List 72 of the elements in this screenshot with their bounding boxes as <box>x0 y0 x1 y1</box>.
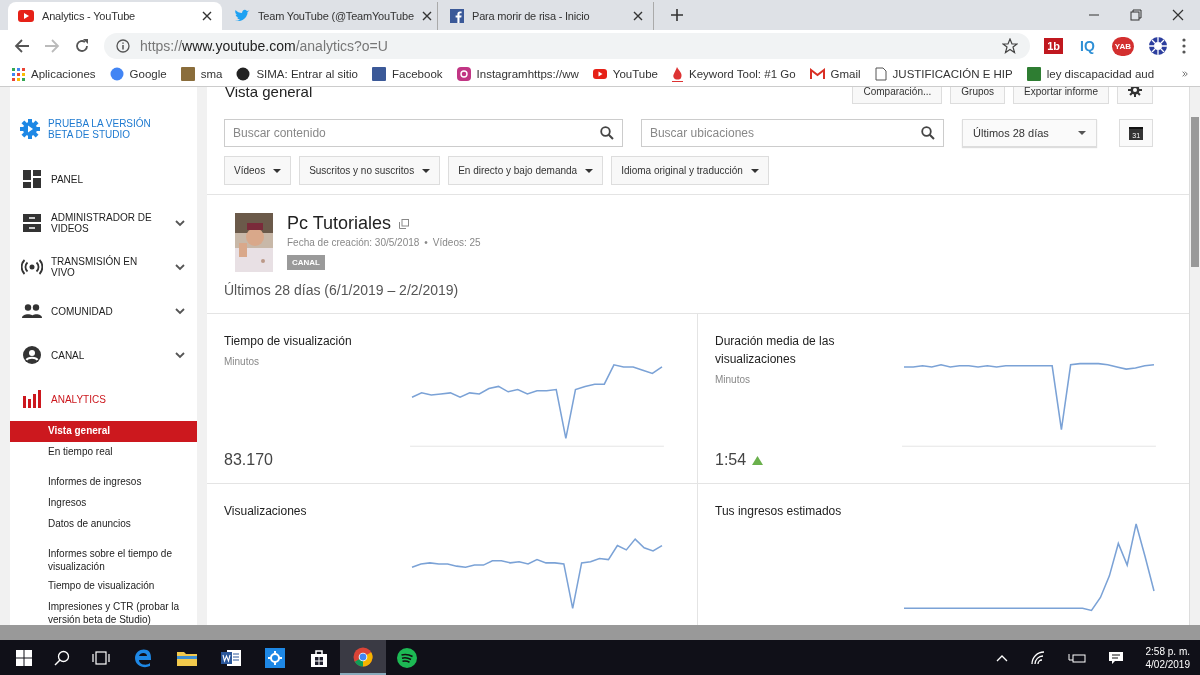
bookmark[interactable]: Aplicaciones <box>12 67 96 81</box>
extension-button[interactable]: YAB <box>1111 36 1134 56</box>
bookmark-label: ley discapacidad aud <box>1046 68 1155 80</box>
metric-title: Tus ingresos estimados <box>715 503 843 520</box>
filter-dropdown[interactable]: En directo y bajo demanda <box>448 156 604 185</box>
nav-item[interactable]: ADMINISTRADOR DE VIDEOS <box>10 201 197 245</box>
extension-button[interactable]: IQ <box>1077 36 1098 56</box>
metric-value: 1:54 <box>715 451 747 469</box>
nav-item[interactable]: ANALYTICS <box>10 377 197 421</box>
nav-subitem[interactable]: Tiempo de visualización <box>10 576 197 597</box>
bookmark[interactable]: JUSTIFICACIÓN E HIP <box>874 67 1013 81</box>
toolbar-button[interactable]: Comparación... <box>852 87 943 104</box>
bookmark[interactable]: Gmail <box>809 68 861 80</box>
nav-item[interactable]: COMUNIDAD <box>10 289 197 333</box>
bookmark[interactable]: SIMA: Entrar al sitio <box>236 67 359 81</box>
metric-title: Duración media de las visualizaciones <box>715 333 836 368</box>
separator-dot: • <box>424 237 428 248</box>
tab-title: Analytics - YouTube <box>42 10 137 22</box>
toolbar-button[interactable]: Exportar informe <box>1013 87 1109 104</box>
clock-date: 4/02/2019 <box>1145 657 1190 671</box>
nav-subitem[interactable]: En tiempo real <box>10 442 197 463</box>
nav-subitem[interactable]: Datos de anuncios <box>10 514 197 535</box>
video-count: Vídeos: 25 <box>432 237 481 248</box>
metric-unit: Minutos <box>715 374 751 385</box>
bookmark-label: Keyword Tool: #1 Go <box>689 68 796 80</box>
url-text: https://www.youtube.com/analytics?o=U <box>140 38 388 54</box>
bookmark-label: sma <box>200 68 223 80</box>
nav-item[interactable]: PANEL <box>10 157 197 201</box>
bookmark[interactable]: ley discapacidad aud <box>1026 67 1155 81</box>
metric-title: Tiempo de visualización <box>224 333 353 350</box>
nav-subitem[interactable]: Impresiones y CTR (probar la versión beta de Studio) <box>10 597 197 625</box>
nav-subitem[interactable]: Informes de ingresos <box>10 472 197 493</box>
filter-dropdown[interactable]: Suscritos y no suscritos <box>299 156 441 185</box>
bookmark-label: Google <box>129 68 167 80</box>
metric-unit: Minutos <box>224 356 260 367</box>
bookmark-label: JUSTIFICACIÓN E HIP <box>892 68 1013 80</box>
channel-name: Pc Tutoriales <box>287 213 392 234</box>
bookmark[interactable]: Keyword Tool: #1 Go <box>672 66 796 82</box>
filter-dropdown[interactable]: Vídeos <box>224 156 292 185</box>
channel-badge: CANAL <box>287 255 325 270</box>
toolbar-button[interactable]: Grupos <box>950 87 1006 104</box>
address-bar[interactable]: https://www.youtube.com/analytics?o=U <box>104 33 1031 59</box>
search-field[interactable]: Buscar contenido <box>224 119 623 147</box>
bookmark[interactable]: Facebook <box>372 67 443 81</box>
bookmark[interactable]: Google <box>109 67 167 81</box>
bookmark-label: SIMA: Entrar al sitio <box>256 68 359 80</box>
nav-subitem[interactable]: Vista general <box>10 421 197 442</box>
bookmark-label: Gmail <box>830 68 861 80</box>
nav-subitem[interactable]: Informes sobre el tiempo de visualización <box>10 544 197 576</box>
tab-title: Para morir de risa - Inicio <box>472 10 591 22</box>
browser-tab[interactable]: Analytics - YouTube <box>8 2 222 30</box>
bookmark[interactable]: YouTube <box>592 68 658 80</box>
creation-date: Fecha de creación: 30/5/2018 <box>287 237 420 248</box>
tab-title: Team YouTube (@TeamYouTube <box>258 10 414 22</box>
date-range-text: Últimos 28 días (6/1/2019 – 2/2/2019) <box>224 282 460 298</box>
beta-link[interactable]: PRUEBA LA VERSIÓN BETA DE STUDIO <box>10 107 197 151</box>
date-range-dropdown[interactable]: Últimos 28 días <box>962 119 1098 147</box>
bookmark-label: Instagramhttps://ww <box>476 68 579 80</box>
extension-button[interactable]: 1b <box>1044 38 1064 54</box>
bookmark[interactable]: Instagramhttps://ww <box>456 67 579 81</box>
nav-item[interactable]: TRANSMISIÓN EN VIVO <box>10 245 197 289</box>
metric-value: 83.170 <box>224 451 273 469</box>
bookmark[interactable]: sma <box>180 67 223 81</box>
bookmark-label: Facebook <box>392 68 443 80</box>
bookmark-label: YouTube <box>612 68 658 80</box>
nav-subitem[interactable]: Ingresos <box>10 493 197 514</box>
bookmark-label: Aplicaciones <box>31 68 96 80</box>
metric-title: Visualizaciones <box>224 503 308 520</box>
filter-dropdown[interactable]: Idioma original y traducción <box>611 156 769 185</box>
nav-item[interactable]: CANAL <box>10 333 197 377</box>
search-field[interactable]: Buscar ubicaciones <box>640 119 945 147</box>
clock-time: 2:58 p. m. <box>1145 644 1190 658</box>
